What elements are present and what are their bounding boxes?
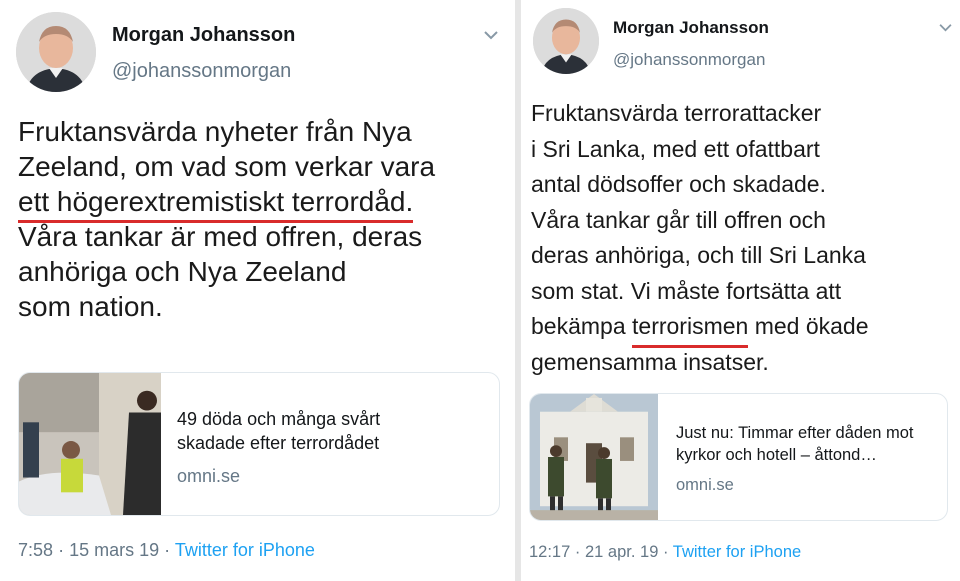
meta-separator: · [662, 543, 669, 561]
tweet-time: 12:17 [529, 543, 571, 561]
tweet-text: Fruktansvärda terrorattacker i Sri Lanka… [531, 96, 869, 380]
profile-photo-icon [16, 12, 96, 92]
chevron-down-icon[interactable] [484, 28, 498, 42]
author-name[interactable]: Morgan Johansson [613, 18, 769, 38]
news-photo-icon [19, 373, 161, 515]
tweet-time: 7:58 [18, 540, 54, 560]
card-thumbnail [19, 373, 161, 515]
author-name[interactable]: Morgan Johansson [112, 24, 295, 47]
author-handle[interactable]: @johanssonmorgan [112, 60, 291, 83]
tweet-source-link[interactable]: Twitter for iPhone [673, 543, 801, 561]
text-line: Fruktansvärda nyheter från Nya [18, 116, 412, 147]
text-line: Våra tankar går till offren och [531, 206, 826, 233]
tweet-text: Fruktansvärda nyheter från Nya Zeeland, … [18, 114, 435, 324]
text-line: som nation. [18, 291, 163, 322]
tweet-sri-lanka[interactable]: Morgan Johansson @johanssonmorgan Frukta… [521, 0, 960, 581]
avatar[interactable] [16, 12, 96, 92]
tweet-source-link[interactable]: Twitter for iPhone [175, 540, 315, 560]
underlined-phrase: terrorismen [632, 309, 749, 347]
meta-separator: · [164, 540, 171, 560]
avatar[interactable] [533, 8, 599, 74]
text-line: Zeeland, om vad som verkar vara [18, 151, 436, 182]
tweet-date[interactable]: 21 apr. 19 [585, 543, 658, 561]
tweet-nz[interactable]: Morgan Johansson @johanssonmorgan Frukta… [0, 0, 515, 581]
text-line: gemensamma insatser. [531, 348, 769, 375]
text-line: i Sri Lanka, med ett ofattbart [531, 135, 820, 162]
text-segment: bekämpa [531, 313, 633, 339]
profile-photo-icon [533, 8, 599, 74]
text-line: Fruktansvärda terrorattacker [531, 100, 822, 126]
text-line: ett högerextremistiskt terrordåd. [18, 184, 435, 223]
news-photo-icon [530, 394, 658, 520]
text-segment: med ökade [748, 313, 869, 339]
tweet-date[interactable]: 15 mars 19 [69, 540, 159, 560]
card-title: 49 döda och många svårt skadade efter te… [177, 409, 381, 454]
chevron-down-icon[interactable] [939, 20, 952, 34]
card-domain: omni.se [177, 466, 241, 486]
tweet-meta: 7:58 · 15 mars 19 · Twitter for iPhone [18, 540, 315, 561]
text-line: Våra tankar är med offren, deras [18, 221, 423, 252]
text-line: anhöriga och Nya Zeeland [18, 256, 347, 287]
link-card[interactable]: 49 döda och många svårt skadade efter te… [18, 372, 500, 516]
text-line: som stat. Vi måste fortsätta att [531, 277, 842, 304]
meta-separator: · [574, 543, 581, 561]
author-handle[interactable]: @johanssonmorgan [613, 50, 765, 70]
text-line: antal dödsoffer och skadade. [531, 171, 826, 197]
card-title: Just nu: Timmar efter dåden mot kyrkor o… [676, 424, 914, 465]
meta-separator: · [58, 540, 65, 560]
text-line: deras anhöriga, och till Sri Lanka [531, 242, 866, 268]
text-line: bekämpa terrorismen med ökade [531, 309, 869, 347]
link-card[interactable]: Just nu: Timmar efter dåden mot kyrkor o… [529, 393, 948, 521]
tweet-meta: 12:17 · 21 apr. 19 · Twitter for iPhone [529, 543, 801, 562]
underlined-phrase: ett högerextremistiskt terrordåd. [18, 186, 414, 223]
card-thumbnail [530, 394, 658, 520]
card-domain: omni.se [676, 476, 734, 494]
